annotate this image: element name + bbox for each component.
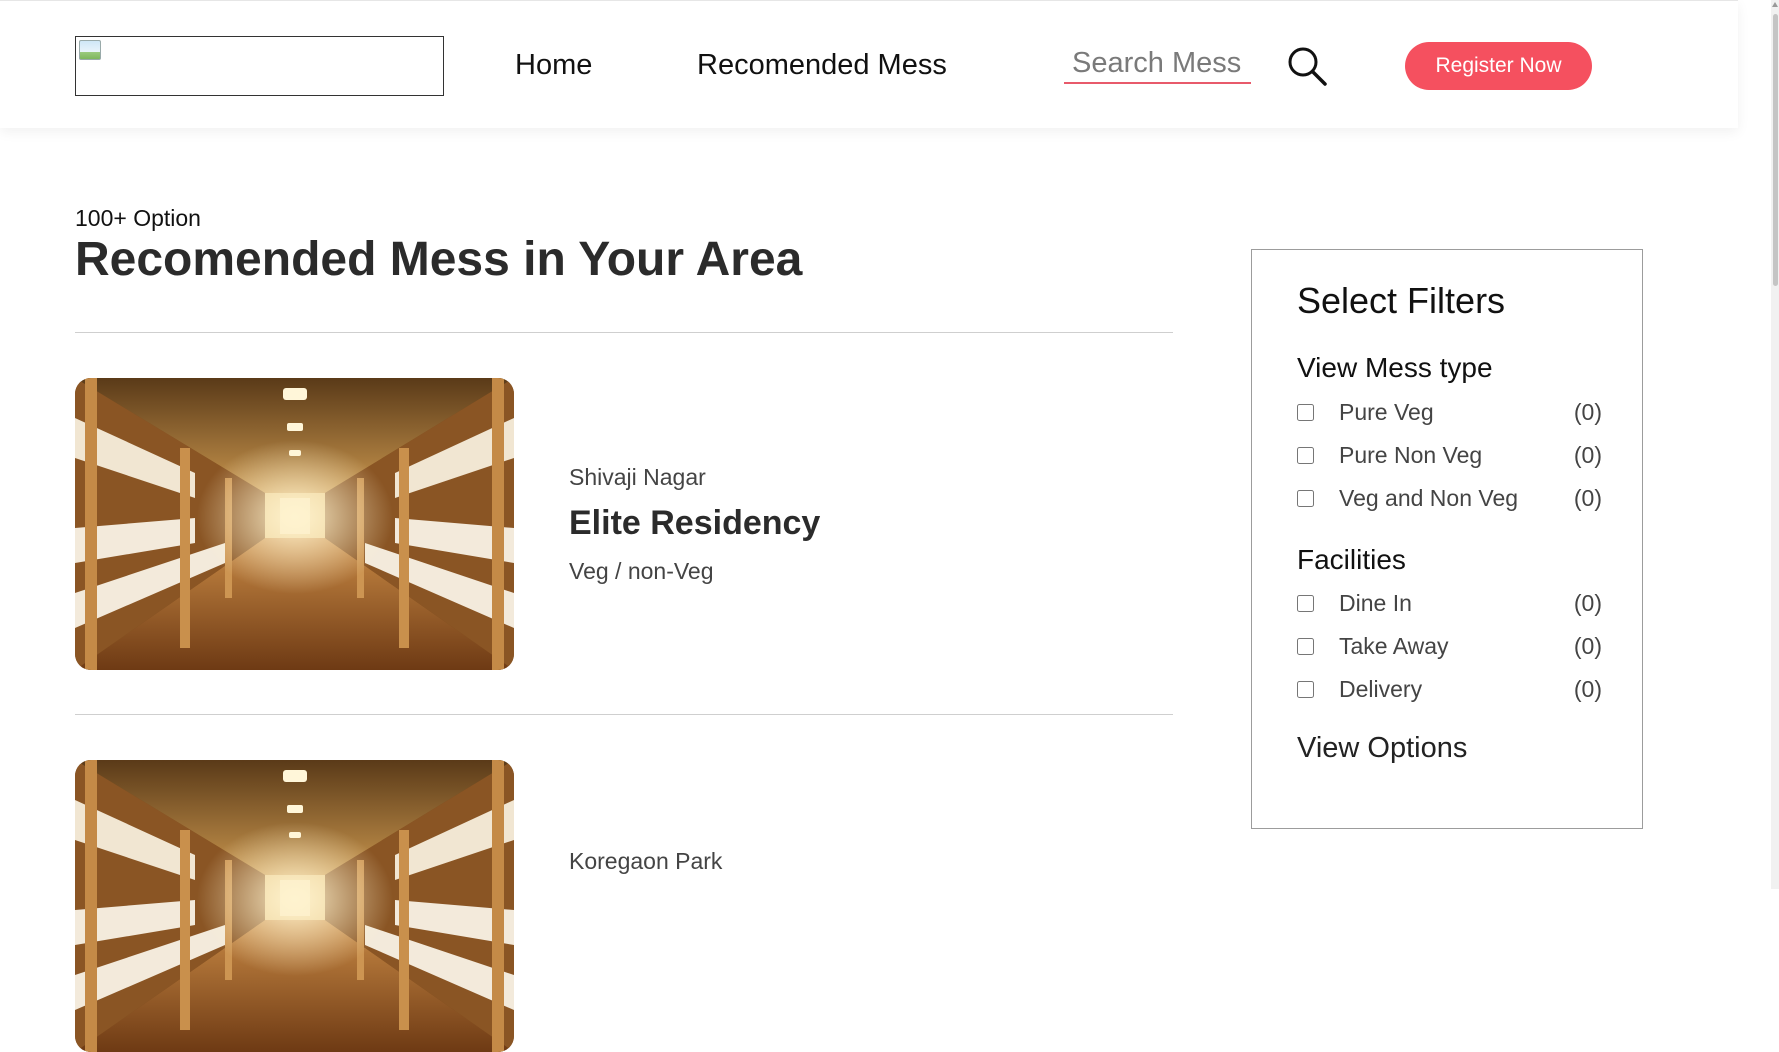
pure-veg-checkbox[interactable] bbox=[1297, 404, 1314, 421]
scroll-up-arrow-icon[interactable] bbox=[1772, 2, 1778, 7]
broken-image-icon bbox=[79, 40, 101, 60]
options-count-subtitle: 100+ Option bbox=[75, 205, 201, 231]
filters-title: Select Filters bbox=[1297, 280, 1506, 321]
filter-option-count: (0) bbox=[1573, 633, 1602, 659]
filter-option-label: Pure Veg bbox=[1339, 399, 1434, 425]
search-icon[interactable] bbox=[1286, 45, 1328, 87]
site-logo[interactable] bbox=[75, 36, 444, 96]
filter-option-label: Dine In bbox=[1339, 590, 1412, 616]
filter-option-veg-and-non-veg[interactable]: Veg and Non Veg (0) bbox=[1297, 485, 1602, 515]
filter-option-label: Pure Non Veg bbox=[1339, 442, 1483, 468]
listing-name[interactable]: Elite Residency bbox=[569, 504, 820, 543]
filter-option-count: (0) bbox=[1573, 399, 1602, 425]
filter-option-take-away[interactable]: Take Away (0) bbox=[1297, 633, 1602, 663]
listing-area: Shivaji Nagar bbox=[569, 464, 706, 490]
take-away-checkbox[interactable] bbox=[1297, 638, 1314, 655]
search-field bbox=[1064, 45, 1251, 84]
section-divider bbox=[75, 332, 1173, 333]
scrollbar-thumb[interactable] bbox=[1773, 14, 1778, 286]
filter-option-dine-in[interactable]: Dine In (0) bbox=[1297, 590, 1602, 620]
listing-area: Koregaon Park bbox=[569, 848, 723, 874]
filter-option-pure-veg[interactable]: Pure Veg (0) bbox=[1297, 399, 1602, 429]
filters-panel: Select Filters View Mess type Pure Veg (… bbox=[1251, 249, 1643, 829]
filter-option-count: (0) bbox=[1573, 442, 1602, 468]
filter-option-label: Delivery bbox=[1339, 676, 1423, 702]
listing-image[interactable] bbox=[75, 760, 514, 1052]
listing-food-type: Veg / non-Veg bbox=[569, 558, 714, 584]
listing-divider bbox=[75, 714, 1173, 715]
register-now-button[interactable]: Register Now bbox=[1405, 42, 1592, 90]
mess-type-heading: View Mess type bbox=[1297, 352, 1493, 383]
dine-in-checkbox[interactable] bbox=[1297, 595, 1314, 612]
filter-option-count: (0) bbox=[1573, 676, 1602, 702]
filter-option-label: Veg and Non Veg bbox=[1339, 485, 1519, 511]
veg-and-non-veg-checkbox[interactable] bbox=[1297, 490, 1314, 507]
view-options-link[interactable]: View Options bbox=[1297, 732, 1467, 765]
filter-option-pure-non-veg[interactable]: Pure Non Veg (0) bbox=[1297, 442, 1602, 472]
filter-option-label: Take Away bbox=[1339, 633, 1449, 659]
delivery-checkbox[interactable] bbox=[1297, 681, 1314, 698]
pure-non-veg-checkbox[interactable] bbox=[1297, 447, 1314, 464]
filter-option-count: (0) bbox=[1573, 590, 1602, 616]
filter-option-count: (0) bbox=[1573, 485, 1602, 511]
search-input[interactable] bbox=[1064, 45, 1251, 81]
nav-home-link[interactable]: Home bbox=[515, 49, 592, 82]
facilities-heading: Facilities bbox=[1297, 544, 1406, 575]
nav-recommended-mess-link[interactable]: Recomended Mess bbox=[697, 49, 947, 82]
listing-image[interactable] bbox=[75, 378, 514, 670]
site-header: Home Recomended Mess Register Now bbox=[0, 0, 1738, 128]
page-title: Recomended Mess in Your Area bbox=[75, 233, 803, 286]
filter-option-delivery[interactable]: Delivery (0) bbox=[1297, 676, 1602, 706]
